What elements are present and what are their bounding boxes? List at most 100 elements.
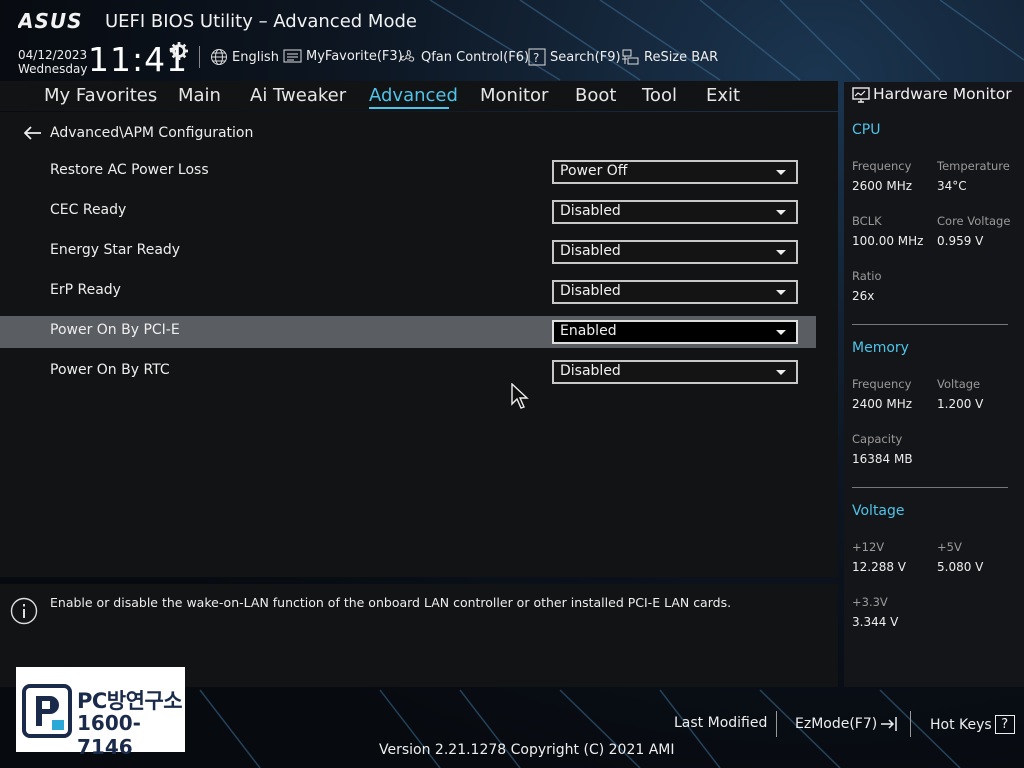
tab-my-favorites[interactable]: My Favorites: [44, 85, 157, 106]
tab-exit[interactable]: Exit: [706, 85, 740, 106]
hot-keys-button[interactable]: Hot Keys ?: [930, 715, 1015, 734]
mouse-cursor-icon: [511, 383, 529, 409]
memory-frequency-value: 2400 MHz: [852, 397, 913, 411]
memory-frequency-label: Frequency: [852, 377, 912, 391]
favorite-icon: [283, 49, 302, 63]
resize-bar-button[interactable]: ReSize BAR: [621, 48, 718, 66]
setting-label: ErP Ready: [50, 282, 121, 298]
v5-label: +5V: [937, 540, 962, 554]
qfan-control-button[interactable]: Qfan Control(F6): [399, 48, 529, 66]
setting-label: CEC Ready: [50, 202, 127, 218]
v12-label: +12V: [852, 540, 885, 554]
select-value: Disabled: [560, 283, 621, 299]
gear-icon[interactable]: [170, 42, 188, 60]
select-value: Power Off: [560, 163, 628, 179]
tab-main[interactable]: Main: [178, 85, 221, 106]
setting-label: Restore AC Power Loss: [50, 162, 209, 178]
toolbar-separator: [199, 46, 200, 68]
cpu-frequency-label: Frequency: [852, 159, 912, 173]
active-tab-underline: [369, 107, 449, 109]
tab-tool[interactable]: Tool: [642, 85, 677, 106]
myfavorite-button[interactable]: MyFavorite(F3): [283, 48, 403, 64]
search-label: Search(F9): [550, 49, 621, 65]
hardware-monitor-title: Hardware Monitor: [873, 85, 1012, 103]
v5-value: 5.080 V: [937, 560, 984, 574]
capacity-label: Capacity: [852, 432, 903, 446]
footer-separator: [910, 711, 911, 737]
memory-voltage-value: 1.200 V: [937, 397, 984, 411]
date-text: 04/12/2023: [18, 48, 88, 62]
hot-keys-label: Hot Keys: [930, 716, 992, 733]
info-icon: [10, 597, 38, 625]
select-value: Disabled: [560, 203, 621, 219]
svg-text:ASUS: ASUS: [18, 10, 83, 32]
voltage-heading: Voltage: [852, 503, 905, 519]
ezmode-button[interactable]: EzMode(F7): [795, 715, 900, 733]
asus-logo: ASUS: [18, 10, 83, 32]
setting-row-power-on-by-pci-e[interactable]: Power On By PCI-E Enabled: [0, 316, 816, 348]
cpu-temperature-value: 34°C: [937, 179, 967, 193]
setting-row-energy-star-ready[interactable]: Energy Star Ready Disabled: [0, 236, 816, 268]
setting-row-power-on-by-rtc[interactable]: Power On By RTC Disabled: [0, 356, 816, 388]
monitor-icon: [852, 87, 870, 103]
setting-label: Power On By RTC: [50, 362, 170, 378]
dropdown-arrow-icon: [776, 370, 786, 375]
power-on-by-rtc-select[interactable]: Disabled: [552, 360, 798, 384]
cpu-heading: CPU: [852, 122, 881, 138]
brand-logo-icon: [22, 684, 72, 738]
language-label: English: [232, 49, 279, 65]
myfavorite-label: MyFavorite(F3): [306, 48, 403, 64]
help-key-icon: ?: [994, 715, 1015, 734]
search-help-icon: ?: [528, 48, 546, 66]
setting-row-erp-ready[interactable]: ErP Ready Disabled: [0, 276, 816, 308]
cec-ready-select[interactable]: Disabled: [552, 200, 798, 224]
erp-ready-select[interactable]: Disabled: [552, 280, 798, 304]
dropdown-arrow-icon: [776, 250, 786, 255]
power-on-by-pci-e-select[interactable]: Enabled: [552, 320, 798, 344]
hw-divider: [852, 487, 1008, 488]
brand-watermark: PC방연구소 1600-7146: [16, 667, 185, 759]
day-text: Wednesday: [18, 62, 88, 76]
qfan-control-label: Qfan Control(F6): [421, 49, 530, 65]
ratio-value: 26x: [852, 289, 875, 303]
bclk-value: 100.00 MHz: [852, 234, 924, 248]
v33-value: 3.344 V: [852, 615, 899, 629]
cpu-frequency-value: 2600 MHz: [852, 179, 913, 193]
memory-heading: Memory: [852, 340, 909, 356]
search-button[interactable]: ? Search(F9): [528, 48, 621, 66]
capacity-value: 16384 MB: [852, 452, 913, 466]
version-text: Version 2.21.1278 Copyright (C) 2021 AMI: [379, 742, 675, 758]
tab-ai-tweaker[interactable]: Ai Tweaker: [250, 85, 346, 106]
exit-arrow-icon: [881, 717, 897, 731]
svg-text:?: ?: [533, 51, 539, 65]
resize-bar-label: ReSize BAR: [644, 49, 719, 65]
back-arrow-icon[interactable]: [24, 126, 42, 140]
restore-ac-power-loss-select[interactable]: Power Off: [552, 160, 798, 184]
select-value: Enabled: [560, 323, 617, 339]
tab-advanced[interactable]: Advanced: [369, 85, 458, 106]
setting-label: Power On By PCI-E: [50, 322, 180, 338]
core-voltage-label: Core Voltage: [937, 214, 1011, 228]
dropdown-arrow-icon: [776, 210, 786, 215]
select-value: Disabled: [560, 363, 621, 379]
bclk-label: BCLK: [852, 214, 882, 228]
cpu-temperature-label: Temperature: [937, 159, 1010, 173]
memory-voltage-label: Voltage: [937, 377, 981, 391]
app-title: UEFI BIOS Utility – Advanced Mode: [105, 11, 417, 32]
language-button[interactable]: English: [210, 48, 279, 66]
setting-row-cec-ready[interactable]: CEC Ready Disabled: [0, 196, 816, 228]
energy-star-ready-select[interactable]: Disabled: [552, 240, 798, 264]
help-text: Enable or disable the wake-on-LAN functi…: [50, 595, 732, 610]
tab-monitor[interactable]: Monitor: [480, 85, 548, 106]
resize-bar-icon: [622, 49, 639, 65]
brand-phone: 1600-7146: [77, 711, 141, 759]
v33-label: +3.3V: [852, 595, 888, 609]
date-display: 04/12/2023 Wednesday: [18, 48, 87, 76]
ratio-label: Ratio: [852, 269, 882, 283]
hw-divider: [852, 324, 1008, 325]
tab-boot[interactable]: Boot: [575, 85, 616, 106]
last-modified-button[interactable]: Last Modified: [674, 715, 767, 731]
dropdown-arrow-icon: [776, 290, 786, 295]
footer-separator: [776, 711, 777, 737]
setting-row-restore-ac-power-loss[interactable]: Restore AC Power Loss Power Off: [0, 156, 816, 188]
